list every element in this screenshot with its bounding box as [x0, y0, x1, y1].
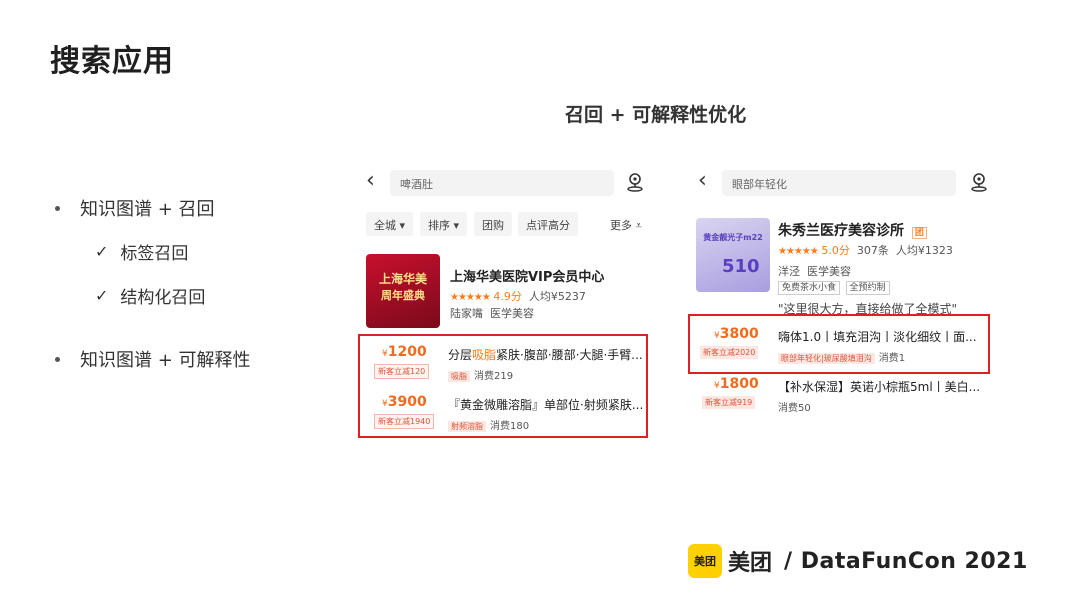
search-input[interactable]: 眼部年轻化 — [722, 170, 956, 196]
store-thumbnail[interactable]: 黄金靓光子m22 510 — [696, 218, 770, 292]
store-location-row: 陆家嘴 医学美容 — [450, 305, 534, 321]
back-chevron-icon[interactable]: ‹ — [366, 168, 375, 194]
right-search-screenshot: ‹ 眼部年轻化 黄金靓光子m22 510 朱秀兰医疗美容诊所 团 ★★★★★ 5… — [688, 160, 994, 422]
filter-group-buy[interactable]: 团购 — [474, 212, 512, 236]
checkmark-icon: ✓ — [95, 242, 109, 261]
group-buy-badge: 团 — [911, 227, 927, 239]
store-location-row: 洋泾 医学美容 — [778, 263, 851, 279]
bullet-text: 知识图谱 + 可解释性 — [80, 350, 251, 371]
store-category: 医学美容 — [807, 265, 851, 278]
rating-score: 4.9分 — [493, 290, 522, 303]
store-location: 洋泾 — [778, 265, 800, 278]
new-customer-discount: 新客立减919 — [702, 396, 756, 409]
bullet-text: 知识图谱 + 召回 — [80, 199, 215, 220]
avg-price: 人均¥5237 — [528, 290, 586, 303]
location-pin-icon[interactable] — [970, 172, 988, 192]
store-name-text: 朱秀兰医疗美容诊所 — [778, 223, 904, 239]
thumbnail-text-2: 周年盛典 — [381, 289, 425, 302]
footer-logo: 美团 美团 / DataFunCon 2021 — [688, 544, 1028, 578]
sub-bullet-text: 标签召回 — [120, 244, 189, 264]
deal-price: ¥1800 — [714, 376, 759, 392]
filter-high-rating[interactable]: 点评高分 — [518, 212, 578, 236]
thumbnail-text-1: 上海华美 — [378, 272, 427, 286]
deal-title: 【补水保湿】英诺小棕瓶5ml丨美白... — [778, 380, 981, 394]
store-location: 陆家嘴 — [450, 307, 483, 320]
store-name[interactable]: 朱秀兰医疗美容诊所 团 — [778, 220, 927, 240]
review-count: 307条 — [856, 244, 889, 257]
slide-title: 搜索应用 — [50, 44, 174, 79]
thumbnail-text-2: 510 — [722, 256, 760, 277]
sub-bullet-structured-recall: ✓ 结构化召回 — [95, 283, 205, 308]
highlight-box — [688, 314, 990, 374]
store-thumbnail[interactable]: 上海华美 周年盛典 — [366, 254, 440, 328]
slide-subtitle: 召回 + 可解释性优化 — [565, 104, 747, 126]
meituan-brand: 美团 — [728, 551, 773, 576]
back-chevron-icon[interactable]: ‹ — [698, 168, 707, 194]
meituan-logo-icon: 美团 — [688, 544, 722, 578]
store-rating-row: ★★★★★ 5.0分 307条 人均¥1323 — [778, 242, 953, 258]
star-rating-icon: ★★★★★ — [450, 292, 491, 303]
deal-tag-row: 消费50 — [774, 396, 811, 415]
sub-bullet-tag-recall: ✓ 标签召回 — [95, 239, 188, 264]
bullet-kg-explain: 知识图谱 + 可解释性 — [55, 346, 251, 372]
highlight-box — [358, 334, 648, 438]
avg-price: 人均¥1323 — [895, 244, 953, 257]
bullet-kg-recall: 知识图谱 + 召回 — [55, 195, 215, 221]
bullet-dot-icon — [55, 205, 60, 211]
store-category: 医学美容 — [490, 307, 534, 320]
store-tag: 全预约制 — [845, 281, 890, 295]
location-pin-icon[interactable] — [626, 172, 644, 192]
deal-price-value: 1800 — [719, 376, 759, 392]
store-tag: 免费茶水小食 — [778, 281, 841, 295]
more-filters[interactable]: 更多 ⩡ — [610, 217, 642, 233]
checkmark-icon: ✓ — [95, 286, 109, 305]
filter-sort[interactable]: 排序 ▾ — [420, 212, 468, 236]
sub-bullet-text: 结构化召回 — [120, 288, 206, 308]
store-rating-row: ★★★★★ 4.9分 人均¥5237 — [450, 288, 586, 304]
star-rating-icon: ★★★★★ — [778, 246, 819, 257]
bullet-dot-icon — [55, 356, 60, 362]
more-label: 更多 — [610, 219, 632, 232]
left-search-screenshot: ‹ 啤酒肚 全城 ▾ 排序 ▾ 团购 点评高分 更多 ⩡ 上海华美 周年盛典 上… — [358, 160, 650, 442]
search-input[interactable]: 啤酒肚 — [390, 170, 614, 196]
deal-consume: 消费50 — [778, 403, 811, 414]
deal-item[interactable]: ¥1800 新客立减919 【补水保湿】英诺小棕瓶5ml丨美白... 消费50 — [688, 374, 988, 418]
rating-score: 5.0分 — [821, 244, 850, 257]
filter-icon: ⩡ — [635, 219, 642, 232]
store-name[interactable]: 上海华美医院VIP会员中心 — [450, 266, 604, 285]
thumbnail-text-1: 黄金靓光子m22 — [703, 233, 763, 242]
store-tags-row: 免费茶水小食 全预约制 — [778, 280, 890, 295]
event-name: / DataFunCon 2021 — [784, 548, 1028, 574]
filter-city[interactable]: 全城 ▾ — [366, 212, 414, 236]
